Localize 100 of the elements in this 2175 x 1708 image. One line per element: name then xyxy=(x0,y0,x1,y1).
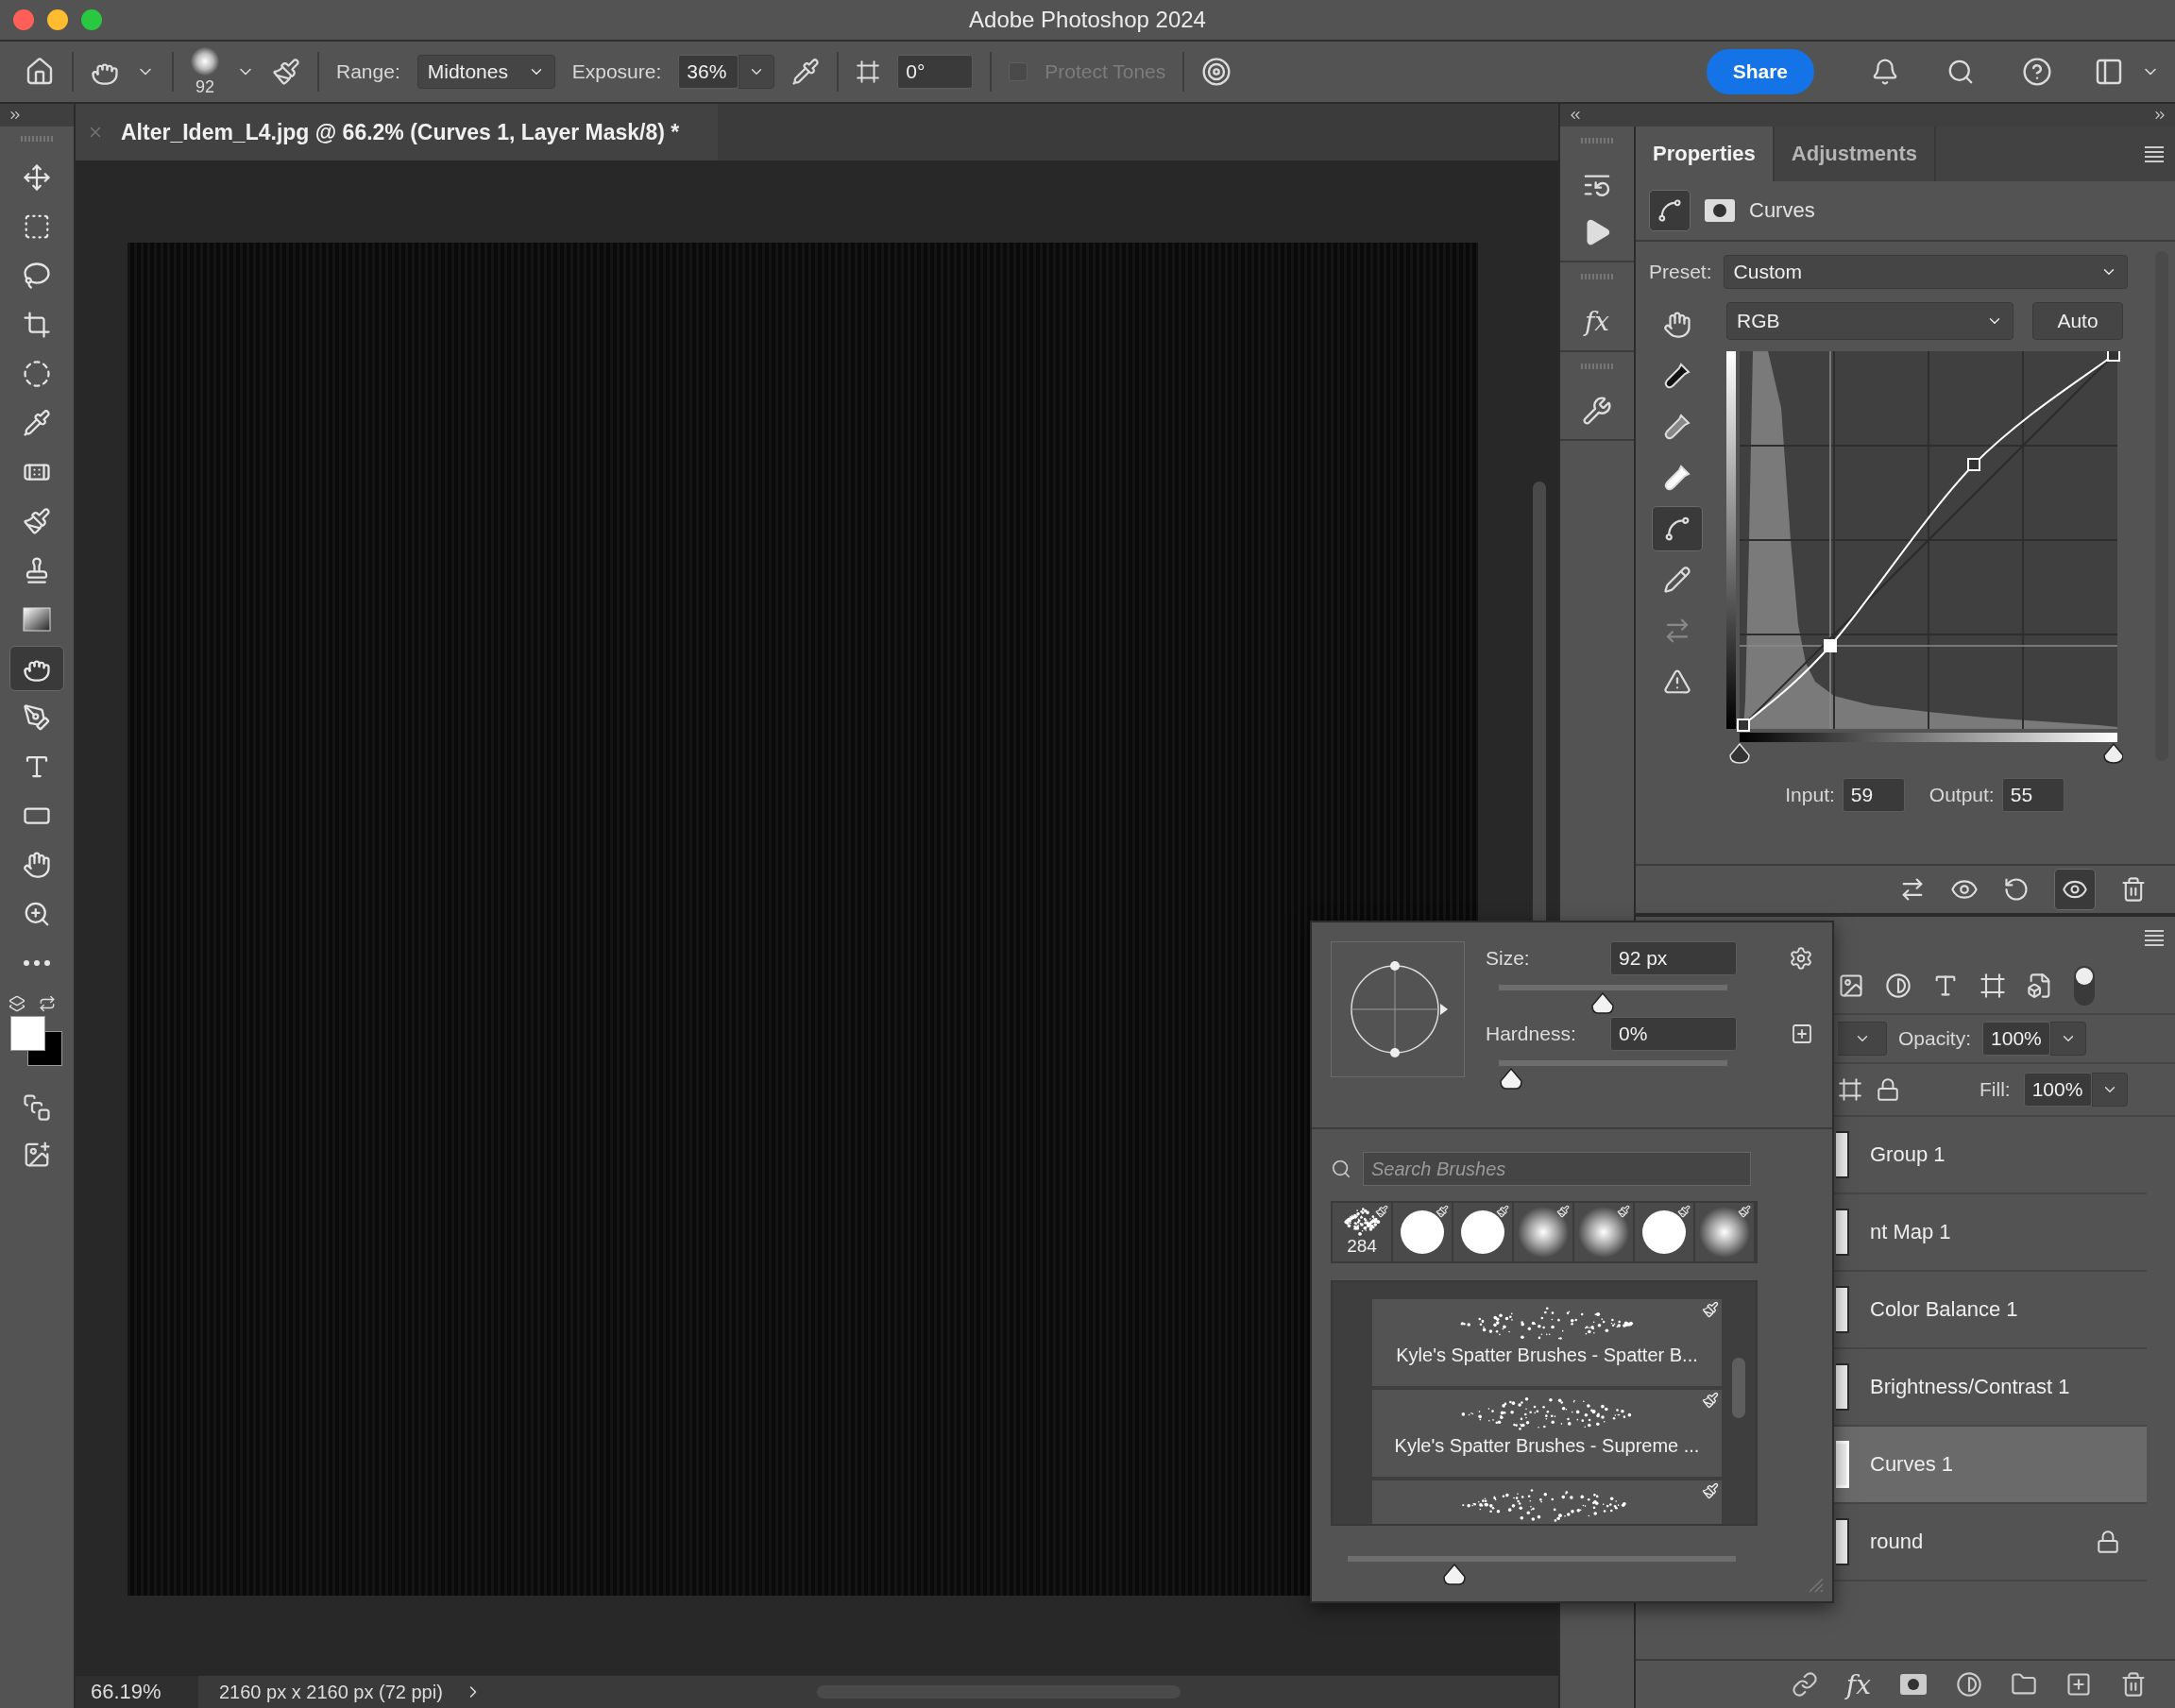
brush-tip-swatch[interactable] xyxy=(1453,1203,1512,1261)
panel-title: Curves xyxy=(1749,198,1815,223)
close-button[interactable] xyxy=(13,9,34,30)
brush-tip-swatch[interactable] xyxy=(1635,1203,1693,1261)
link-icon[interactable] xyxy=(1791,1671,1818,1698)
screen-mode-icon[interactable] xyxy=(23,1093,51,1122)
auto-button[interactable]: Auto xyxy=(2032,302,2123,340)
hardness-field[interactable]: 0% xyxy=(1610,1017,1737,1051)
brush-tip-swatch[interactable]: 284 xyxy=(1333,1203,1391,1261)
curve-icon[interactable] xyxy=(1663,515,1691,543)
hard-brush-tip xyxy=(1640,1209,1688,1256)
help-icon[interactable] xyxy=(2022,57,2052,87)
zoom-button[interactable] xyxy=(81,9,102,30)
brush-icon xyxy=(1677,1205,1691,1218)
color-swatches-drawing[interactable] xyxy=(10,1016,63,1067)
brush-count: 284 xyxy=(1347,1236,1377,1257)
angle-field[interactable]: 0° xyxy=(897,55,974,89)
hard-brush-tip xyxy=(1459,1209,1506,1256)
fill-field[interactable]: 100% xyxy=(2023,1073,2092,1107)
channel-dropdown[interactable]: RGB xyxy=(1726,302,2014,340)
eyedropper-icon[interactable] xyxy=(1662,361,1692,391)
gradient-icon xyxy=(23,607,51,632)
adjustment-filter-icon[interactable] xyxy=(1885,972,1912,999)
warning-icon[interactable] xyxy=(1663,668,1691,696)
search-icon[interactable] xyxy=(1331,1158,1351,1179)
hand-icon[interactable] xyxy=(1663,311,1691,339)
brush-tip-swatch[interactable] xyxy=(1574,1203,1633,1261)
pencil-icon[interactable] xyxy=(1663,566,1691,594)
brush-preset[interactable]: Kyle's Spatter Brushes - Supreme ... xyxy=(1372,1390,1722,1477)
brush-icon xyxy=(1617,1205,1630,1218)
new-layer-icon[interactable] xyxy=(2065,1671,2092,1698)
curves-adjustment-button[interactable] xyxy=(1649,190,1691,231)
curve-tool-button[interactable] xyxy=(1652,506,1703,551)
minimize-button[interactable] xyxy=(47,9,68,30)
brush-tip-swatch[interactable] xyxy=(1695,1203,1754,1261)
image-filter-icon[interactable] xyxy=(1838,972,1864,999)
brush-preset[interactable]: Kyle's Spatter Brushes - Spatter B... xyxy=(1372,1299,1722,1386)
tool-button[interactable] xyxy=(9,646,64,691)
highlight-input-handle[interactable] xyxy=(2103,743,2123,764)
panel-tab[interactable]: Properties xyxy=(1636,127,1775,181)
shape-filter-icon[interactable] xyxy=(1980,972,2006,999)
dashed-rectangle-icon xyxy=(23,212,51,241)
exposure-field[interactable]: 36% xyxy=(678,55,739,89)
eyedropper-icon xyxy=(23,409,51,437)
output-label: Output: xyxy=(1929,784,1995,806)
settings-icon[interactable] xyxy=(1789,946,1813,971)
layer-name: Brightness/Contrast 1 xyxy=(1870,1375,2070,1399)
lock-icon[interactable] xyxy=(1876,1077,1900,1102)
trash-icon[interactable] xyxy=(2120,1671,2147,1698)
share-button[interactable]: Share xyxy=(1706,49,1814,94)
layer-name: Color Balance 1 xyxy=(1870,1297,2018,1322)
slider-thumb[interactable] xyxy=(1590,992,1616,1015)
brush-icon xyxy=(1375,1205,1388,1218)
input-field[interactable]: 59 xyxy=(1842,778,1905,812)
panel-tab[interactable]: Adjustments xyxy=(1774,127,1937,181)
preset-dropdown[interactable]: Custom xyxy=(1723,255,2128,289)
dashed-circle-icon xyxy=(23,360,51,388)
brush-tip-swatch[interactable] xyxy=(1514,1203,1572,1261)
swap-colors-icon[interactable] xyxy=(39,995,56,1012)
reset-icon[interactable] xyxy=(2003,876,2030,903)
output-field[interactable]: 55 xyxy=(2001,778,2065,812)
soft-brush-tip xyxy=(1577,1206,1630,1259)
wrench-icon[interactable] xyxy=(1582,396,1612,426)
brush-preview[interactable] xyxy=(191,46,219,76)
brush-tip-swatch[interactable] xyxy=(1393,1203,1452,1261)
shadow-input-handle[interactable] xyxy=(1729,743,1750,764)
new-preset-icon[interactable] xyxy=(1791,1023,1813,1045)
styles-button[interactable]: fx xyxy=(1584,306,1610,337)
document-tab[interactable]: Alter_Idem_L4.jpg @ 66.2% (Curves 1, Layer Mask/8) * xyxy=(76,104,718,161)
brush-size: 92 xyxy=(195,76,214,97)
ellipsis-icon xyxy=(24,960,50,966)
eyedropper-icon[interactable] xyxy=(1662,463,1692,493)
layer-thumbnail xyxy=(1836,1131,1849,1178)
search-icon[interactable] xyxy=(1946,58,1975,86)
workspace-icon[interactable] xyxy=(2094,57,2124,87)
bell-icon[interactable] xyxy=(1871,58,1899,86)
brush-settings-icon[interactable] xyxy=(272,58,300,86)
layer-style-button[interactable]: fx xyxy=(1845,1668,1871,1700)
visibility-button[interactable] xyxy=(2054,869,2096,910)
image-icon[interactable] xyxy=(23,1141,51,1169)
home-icon[interactable] xyxy=(25,57,55,87)
search-field[interactable]: Search Brushes xyxy=(1363,1152,1751,1186)
pressure-icon[interactable] xyxy=(1201,57,1232,87)
hardness-label: Hardness: xyxy=(1486,1023,1577,1045)
brush-angle-preview[interactable] xyxy=(1331,941,1465,1077)
filter-toggle[interactable] xyxy=(2074,966,2095,1006)
size-field[interactable]: 92 px xyxy=(1610,941,1737,975)
adjustment-icon[interactable] xyxy=(1956,1671,1982,1698)
mask-icon[interactable] xyxy=(1704,198,1736,223)
panel-menu-icon[interactable] xyxy=(2143,145,2166,162)
slider-thumb[interactable] xyxy=(1442,1564,1468,1586)
zoom-level[interactable]: 66.19% xyxy=(76,1676,198,1708)
scrollbar-thumb[interactable] xyxy=(1732,1358,1745,1418)
trash-icon[interactable] xyxy=(2120,876,2147,903)
mask-icon[interactable] xyxy=(1899,1673,1928,1696)
opacity-field[interactable]: 100% xyxy=(1982,1022,2051,1056)
slider-thumb[interactable] xyxy=(1499,1068,1523,1091)
range-dropdown[interactable]: Midtones xyxy=(416,55,555,89)
range-label: Range: xyxy=(336,60,400,83)
panel-menu-icon[interactable] xyxy=(2143,929,2166,946)
